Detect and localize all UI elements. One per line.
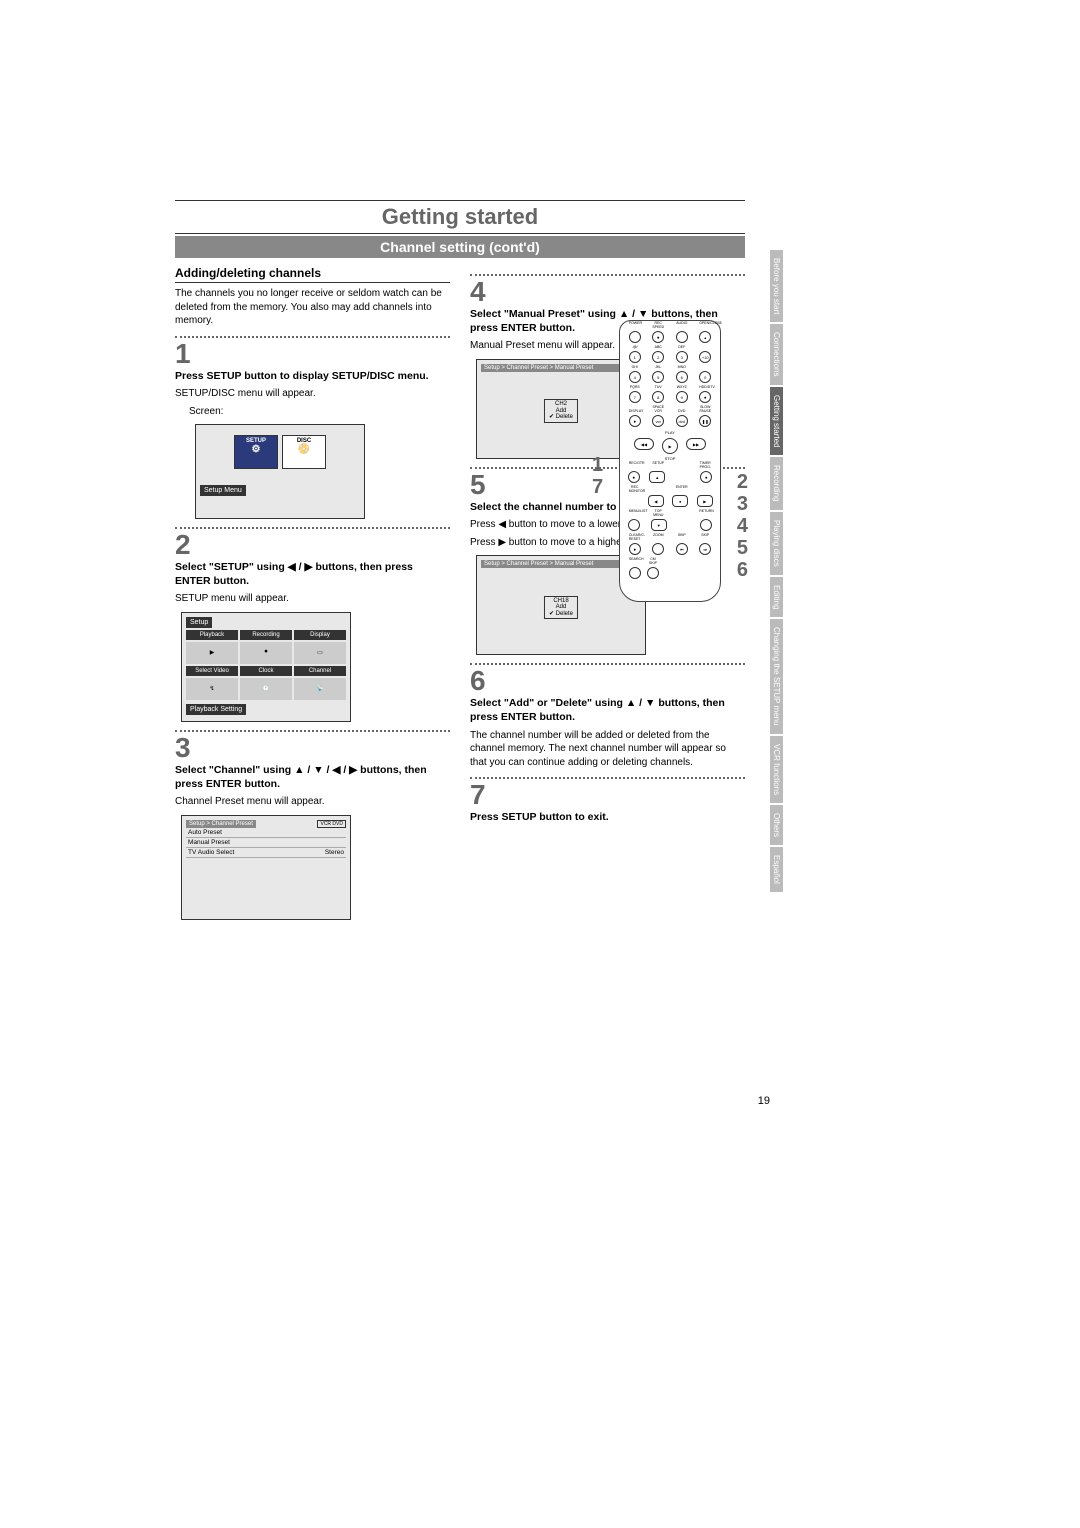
setup-tile: SETUP ⚙ — [234, 435, 278, 469]
right-button[interactable]: ▶ — [697, 495, 713, 507]
dvd-button[interactable]: dvd — [676, 415, 688, 427]
step-number: 2 — [175, 531, 450, 559]
divider — [175, 527, 450, 529]
clear-button[interactable]: ⏺ — [629, 543, 641, 555]
display-button[interactable]: ⏺ — [629, 415, 641, 427]
screen-label: Screen: — [189, 405, 450, 419]
osd-status: Playback Setting — [186, 704, 246, 715]
osd-badges: VCR DVD — [317, 820, 346, 828]
cm-skip-button[interactable] — [647, 567, 659, 579]
zoom-button[interactable] — [652, 543, 664, 555]
chapter-title-bar: Getting started — [175, 200, 745, 234]
tab-connections[interactable]: Connections — [770, 324, 783, 384]
vcr-button[interactable]: vcr — [652, 415, 664, 427]
tab-others[interactable]: Others — [770, 805, 783, 845]
callout-6: 6 — [737, 559, 748, 582]
disc-tile: DISC 📀 — [282, 435, 326, 469]
osd-breadcrumb: Setup > Channel Preset — [186, 820, 256, 828]
step-number: 1 — [175, 340, 450, 368]
osd-title: Setup — [186, 617, 212, 628]
remote-diagram-area: POWERREC SPEEDAUDIOOPEN/CLOSE ⏺▴ .@/ABCD… — [580, 320, 760, 602]
chapter-title: Getting started — [175, 204, 745, 230]
divider — [470, 274, 745, 276]
play-button[interactable]: ▶ — [662, 438, 678, 454]
intro-text: The channels you no longer receive or se… — [175, 287, 450, 328]
step-text: Channel Preset menu will appear. — [175, 795, 450, 809]
callout-4: 4 — [737, 515, 748, 538]
osd-status: Setup Menu — [200, 485, 246, 496]
return-button[interactable] — [700, 519, 712, 531]
osd-list: Auto Preset Manual Preset TV Audio Selec… — [186, 828, 346, 858]
down-button[interactable]: ▼ — [651, 519, 667, 531]
manual-page: Getting started Channel setting (cont'd)… — [0, 0, 1080, 1528]
step-text: SETUP menu will appear. — [175, 592, 450, 606]
callout-3: 3 — [737, 493, 748, 516]
osd-channel-box: CH18 Add ✔ Delete — [544, 596, 578, 620]
skip-next-button[interactable]: ⏭ — [699, 543, 711, 555]
menu-list-button[interactable] — [628, 519, 640, 531]
open-close-button[interactable]: ▴ — [699, 331, 711, 343]
step-title: Press SETUP button to display SETUP/DISC… — [175, 370, 450, 384]
side-tabs: Before you start Connections Getting sta… — [770, 250, 790, 894]
left-button[interactable]: ◀ — [648, 495, 664, 507]
search-button[interactable] — [629, 567, 641, 579]
osd-setup-disc: SETUP ⚙ DISC 📀 Setup Menu — [195, 424, 365, 519]
step-title: Select "Channel" using ▲ / ▼ / ◀ / ▶ but… — [175, 764, 450, 791]
osd-channel-preset: Setup > Channel Preset VCR DVD Auto Pres… — [181, 815, 351, 920]
tab-espanol[interactable]: Español — [770, 847, 783, 892]
step-title: Select "SETUP" using ◀ / ▶ buttons, then… — [175, 561, 450, 588]
step-title: Press SETUP button to exit. — [470, 811, 745, 825]
rec-speed-button[interactable]: ⏺ — [652, 331, 664, 343]
step-number: 6 — [470, 667, 745, 695]
callout-7: 7 — [592, 476, 603, 499]
step-number: 3 — [175, 734, 450, 762]
step-number: 7 — [470, 781, 745, 809]
pause-button[interactable]: ❚❚ — [699, 415, 711, 427]
tab-before-you-start[interactable]: Before you start — [770, 250, 783, 322]
callout-5: 5 — [737, 537, 748, 560]
remote-control: POWERREC SPEEDAUDIOOPEN/CLOSE ⏺▴ .@/ABCD… — [619, 320, 721, 602]
enter-button[interactable]: ● — [672, 495, 688, 507]
divider — [175, 730, 450, 732]
timer-prog-button[interactable]: ⏺ — [700, 471, 712, 483]
power-button[interactable] — [629, 331, 641, 343]
play-label: PLAY — [620, 430, 720, 435]
osd-setup-menu: Setup Playback Recording Display ▶ ⏺ ▭ S… — [181, 612, 351, 722]
callout-1: 1 — [592, 454, 603, 477]
osd-channel-box: CH2 Add ✔ Delete — [544, 399, 578, 423]
audio-button[interactable] — [676, 331, 688, 343]
rec-otr-button[interactable]: ⏺ — [628, 471, 640, 483]
skip-prev-button[interactable]: ⏮ — [676, 543, 688, 555]
divider — [470, 663, 745, 665]
ff-button[interactable]: ▶▶ — [686, 438, 706, 450]
setup-button[interactable]: ▲ — [649, 471, 665, 483]
tab-vcr-functions[interactable]: VCR functions — [770, 736, 783, 803]
tab-recording[interactable]: Recording — [770, 457, 783, 509]
tab-getting-started[interactable]: Getting started — [770, 387, 783, 455]
tab-editing[interactable]: Editing — [770, 577, 783, 617]
step-text: SETUP/DISC menu will appear. — [175, 387, 450, 401]
step-text: The channel number will be added or dele… — [470, 729, 745, 770]
step-title: Select "Add" or "Delete" using ▲ / ▼ but… — [470, 697, 745, 724]
section-subtitle: Channel setting (cont'd) — [175, 236, 745, 258]
subsection-heading: Adding/deleting channels — [175, 266, 450, 283]
tab-playing-discs[interactable]: Playing discs — [770, 512, 783, 575]
divider — [175, 336, 450, 338]
rew-button[interactable]: ◀◀ — [634, 438, 654, 450]
callout-2: 2 — [737, 471, 748, 494]
divider — [470, 777, 745, 779]
tab-setup-menu[interactable]: Changing the SETUP menu — [770, 619, 783, 734]
left-column: Adding/deleting channels The channels yo… — [175, 266, 450, 926]
step-number: 4 — [470, 278, 745, 306]
page-number: 19 — [758, 1095, 770, 1107]
